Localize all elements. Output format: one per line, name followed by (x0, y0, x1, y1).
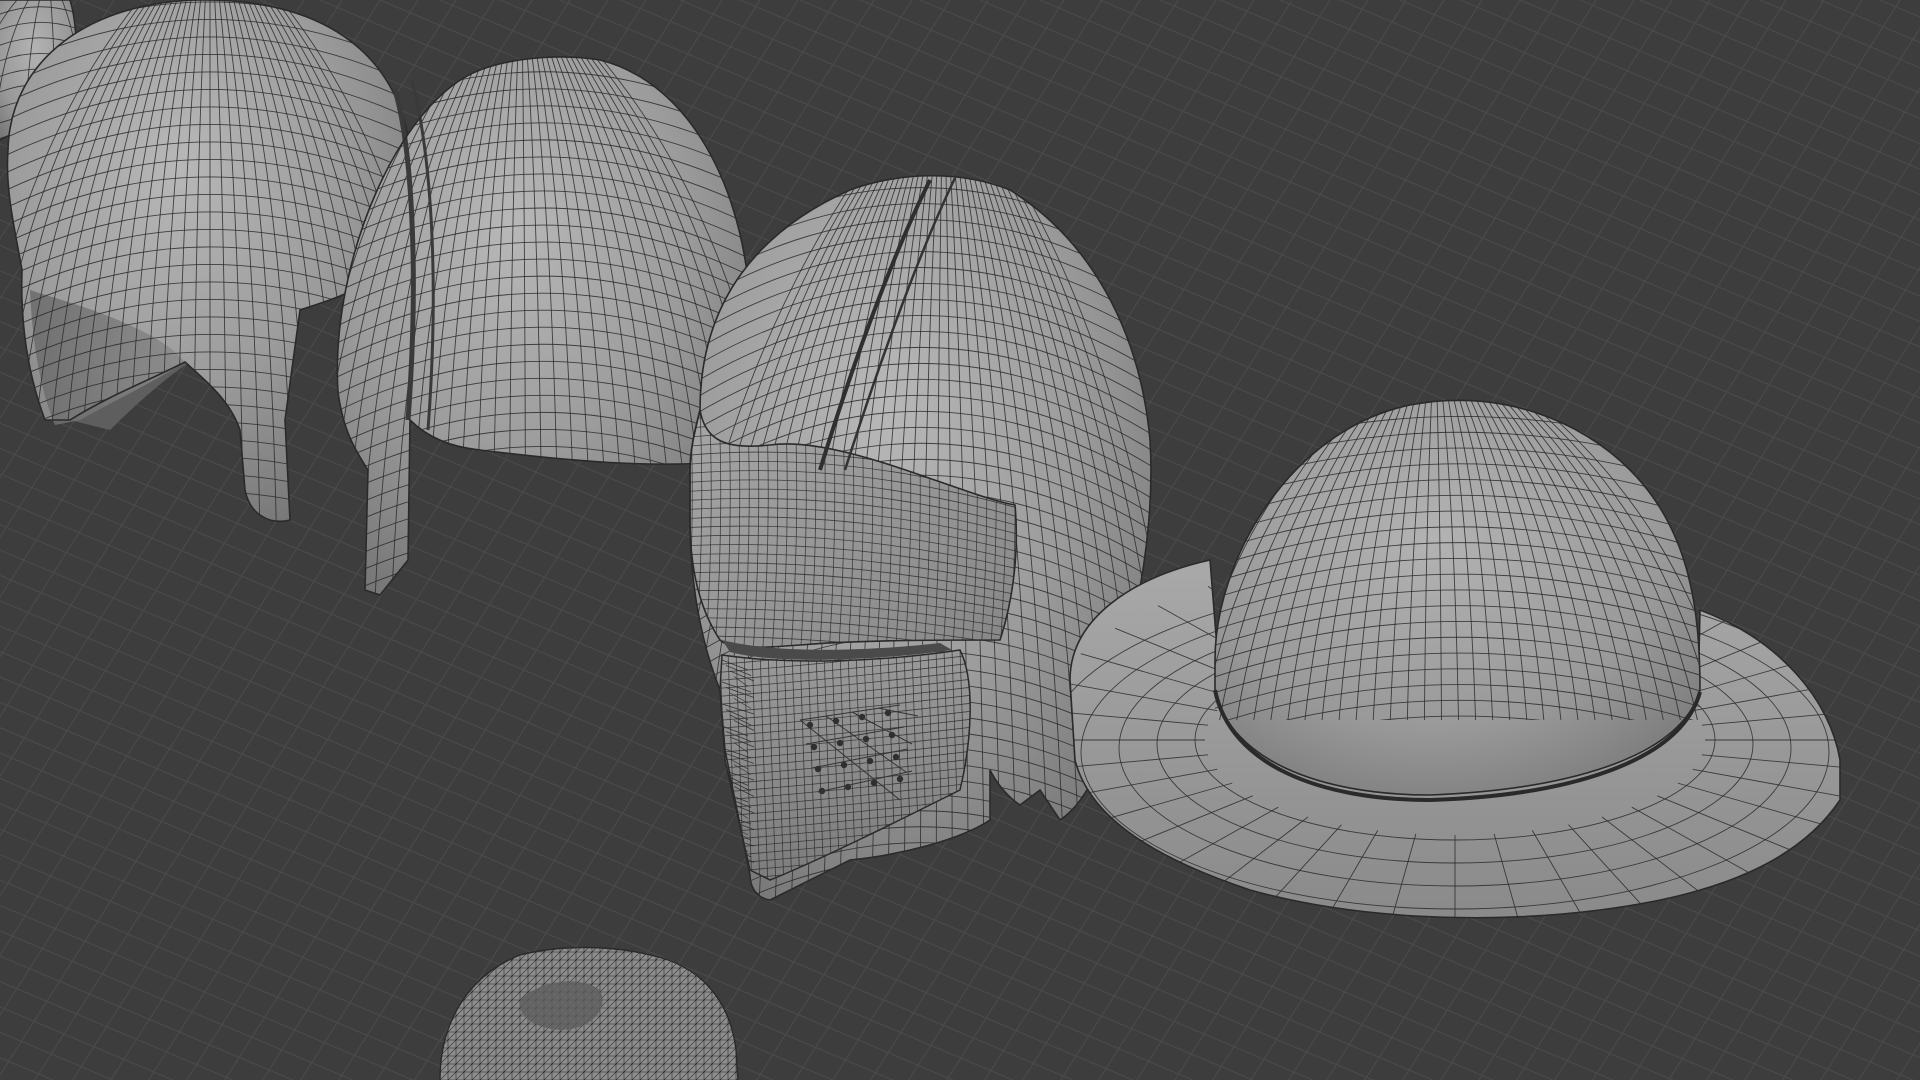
sculpt-mesh[interactable] (430, 940, 750, 1080)
3d-viewport[interactable] (0, 0, 1920, 1080)
helmet-kettle-hat[interactable] (1035, 369, 1875, 932)
viewport-scene[interactable] (0, 0, 1920, 1080)
